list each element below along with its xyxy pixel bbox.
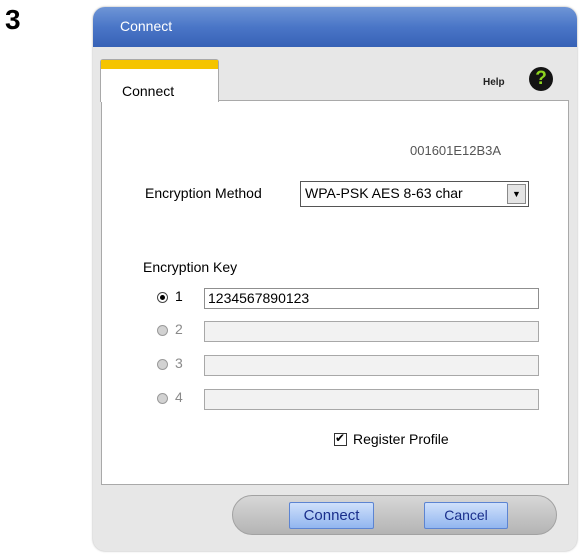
step-number: 3 <box>5 4 21 35</box>
question-mark-icon[interactable]: ? <box>529 67 553 91</box>
encryption-method-label: Encryption Method <box>145 185 262 201</box>
register-profile-label[interactable]: Register Profile <box>353 431 449 447</box>
window-title: Connect <box>120 18 173 34</box>
tab-connect[interactable]: Connect <box>100 59 219 102</box>
key-4-input[interactable] <box>204 389 539 410</box>
encryption-method-select[interactable]: WPA-PSK AES 8-63 char ▼ <box>300 181 529 207</box>
key-3-radio[interactable] <box>157 359 168 370</box>
key-2-number: 2 <box>175 321 183 337</box>
key-3-number: 3 <box>175 355 183 371</box>
dropdown-arrow-icon[interactable]: ▼ <box>507 184 526 204</box>
key-4-radio[interactable] <box>157 393 168 404</box>
key-4-number: 4 <box>175 389 183 405</box>
encryption-method-value: WPA-PSK AES 8-63 char <box>305 185 463 201</box>
key-2-radio[interactable] <box>157 325 168 336</box>
register-profile-checkbox[interactable]: ✔ <box>334 431 347 446</box>
key-2-input[interactable] <box>204 321 539 342</box>
key-1-number: 1 <box>175 288 183 304</box>
key-1-value: 1234567890123 <box>208 290 310 306</box>
connect-dialog: Connect Connect Help ? 001601E12B3A Encr… <box>93 7 577 551</box>
key-1-radio[interactable] <box>157 292 168 303</box>
tab-label: Connect <box>122 83 175 99</box>
title-bar[interactable]: Connect <box>93 7 577 47</box>
mac-address: 001601E12B3A <box>410 143 502 158</box>
tab-accent <box>101 60 218 69</box>
button-bar <box>232 495 557 535</box>
encryption-key-label: Encryption Key <box>143 259 238 275</box>
cancel-button[interactable]: Cancel <box>424 502 508 529</box>
checkmark-icon: ✔ <box>335 431 346 445</box>
key-1-input[interactable]: 1234567890123 <box>204 288 539 309</box>
key-3-input[interactable] <box>204 355 539 376</box>
help-label[interactable]: Help <box>483 77 505 88</box>
connect-button[interactable]: Connect <box>289 502 374 529</box>
